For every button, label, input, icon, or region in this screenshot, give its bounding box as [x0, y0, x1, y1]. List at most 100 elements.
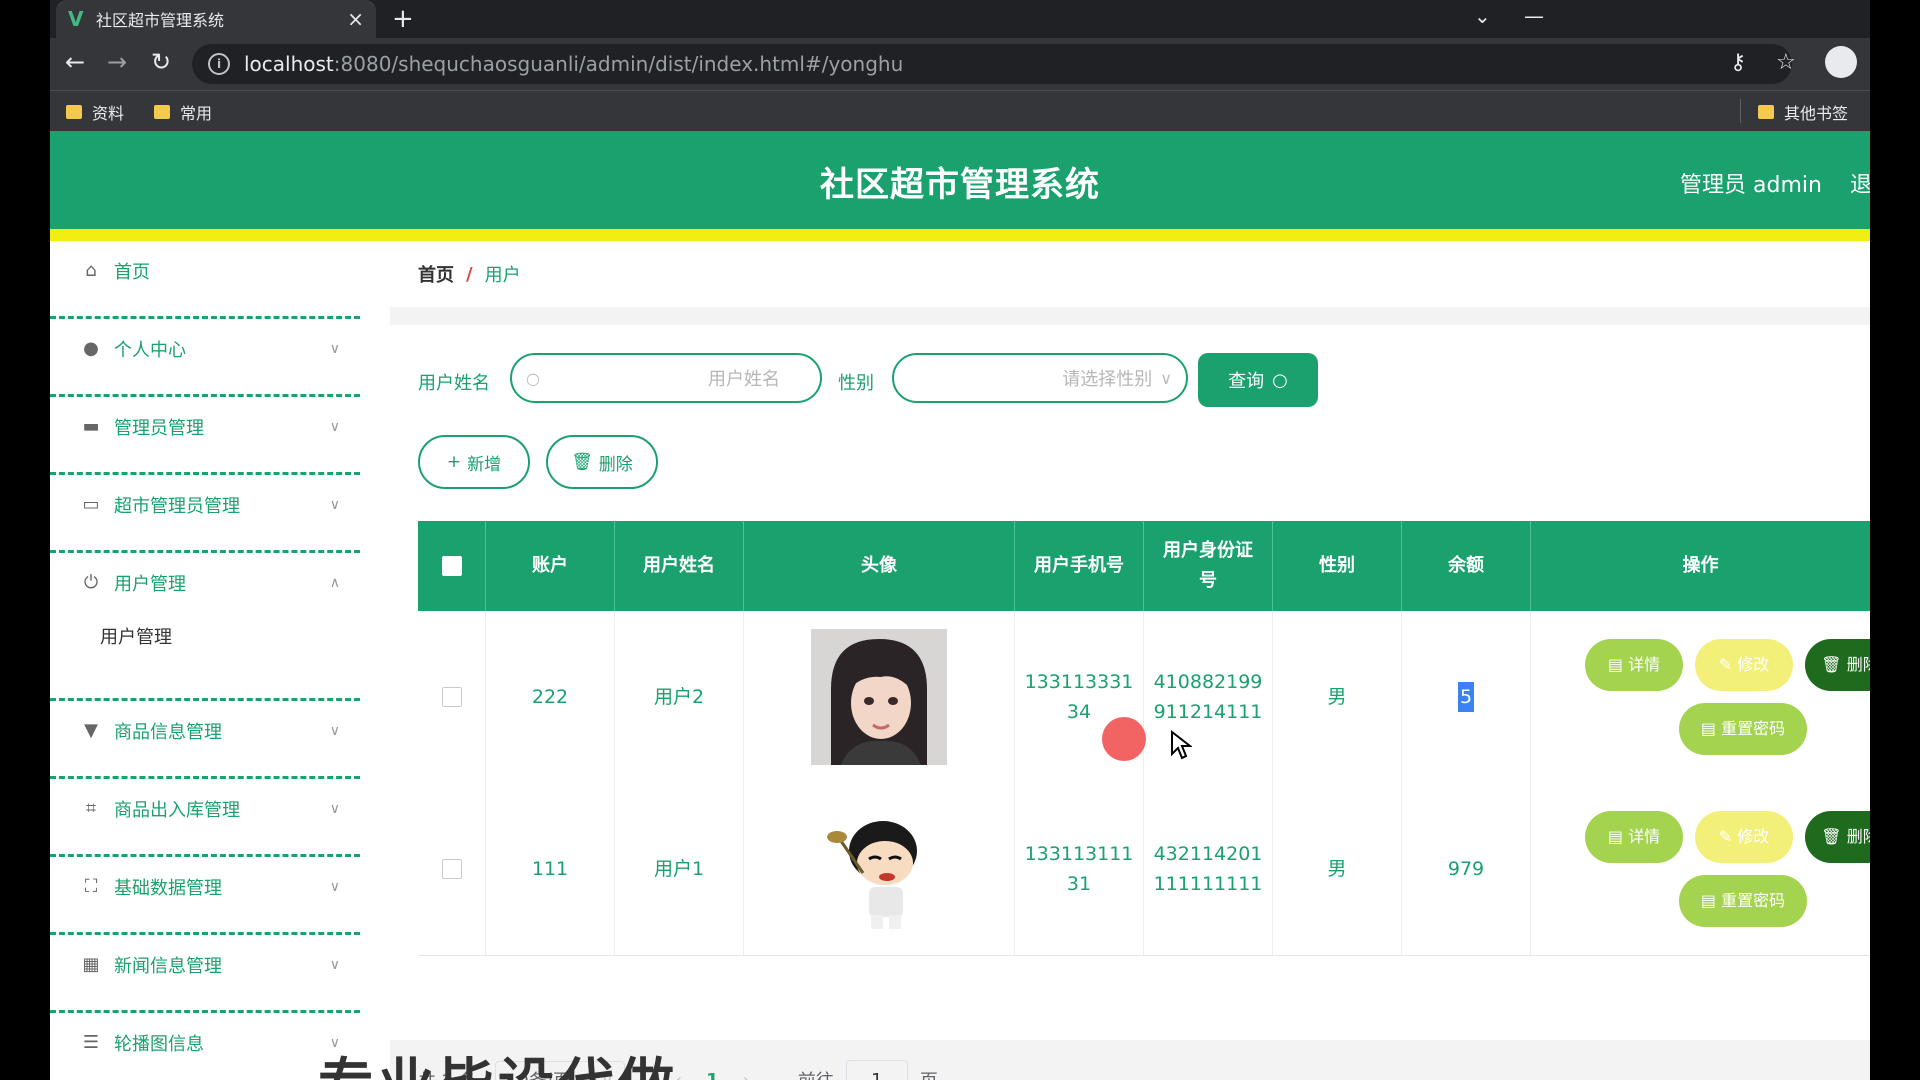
chevron-down-icon: ∨	[329, 497, 340, 513]
sidebar-item-goods[interactable]: ▼ 商品信息管理 ∨	[50, 701, 360, 779]
cell-balance: 5	[1402, 611, 1531, 783]
column-header: 余额	[1402, 521, 1531, 611]
sidebar-item-profile[interactable]: ● 个人中心 ∨	[50, 319, 360, 397]
reload-icon[interactable]: ↻	[146, 48, 176, 76]
close-icon[interactable]: ×	[347, 7, 364, 31]
page-suffix: 页	[920, 1067, 938, 1080]
app-header: 社区超市管理系统 管理员 admin 退出登录	[50, 131, 1870, 241]
sidebar-item-users[interactable]: ⏻ 用户管理 ∧	[50, 553, 360, 701]
edit-button[interactable]: ✎ 修改	[1695, 639, 1793, 691]
bookmark-folder[interactable]: 资料	[66, 100, 124, 124]
query-button[interactable]: 查询 ○	[1198, 353, 1318, 407]
fullscreen-icon: ⛶	[84, 876, 98, 897]
edit-button[interactable]: ✎ 修改	[1695, 811, 1793, 863]
sidebar-item-home[interactable]: ⌂ 首页	[50, 241, 360, 319]
bookmark-separator	[1740, 99, 1741, 123]
table-row: 222 用户2 133113331 34 410882199 911214111…	[418, 611, 1870, 784]
submenu-user-manage[interactable]: 用户管理	[100, 623, 172, 649]
batch-delete-button[interactable]: 🗑 删除	[546, 435, 658, 489]
add-button[interactable]: + 新增	[418, 435, 530, 489]
tab-strip: V 社区超市管理系统 × + ⌄ —	[50, 0, 1870, 38]
cell-id-card: 432114201 111111111	[1144, 783, 1273, 955]
bookmark-folder[interactable]: 常用	[154, 100, 212, 124]
chevron-down-icon: ∨	[329, 801, 340, 817]
avatar-photo-girl[interactable]	[811, 629, 947, 765]
phone-line: 31	[1066, 873, 1092, 895]
bookmarks-bar: 资料 常用 其他书签	[50, 90, 1870, 131]
key-icon[interactable]: ⚷	[1730, 50, 1746, 75]
reset-password-button[interactable]: ▤ 重置密码	[1679, 703, 1807, 755]
edit-label: 修改	[1737, 655, 1770, 674]
back-icon[interactable]: ←	[60, 48, 90, 76]
gender-label: 性别	[838, 373, 874, 394]
bookmark-label: 常用	[180, 104, 213, 123]
select-all-cell	[418, 521, 486, 611]
url-host: localhost	[244, 52, 334, 76]
cell-balance: 979	[1402, 783, 1531, 955]
row-checkbox[interactable]	[441, 687, 462, 707]
avatar-cartoon-boy[interactable]	[811, 801, 947, 937]
row-checkbox[interactable]	[441, 859, 462, 879]
column-header: 用户手机号	[1015, 521, 1144, 611]
cell-phone: 133113111 31	[1015, 783, 1144, 955]
sidebar-item-admin[interactable]: ▬ 管理员管理 ∨	[50, 397, 360, 475]
sidebar-item-label: 轮播图信息	[114, 1034, 204, 1055]
grid-icon: ▦	[82, 954, 100, 975]
name-search-input[interactable]: ○ 用户姓名	[510, 353, 822, 403]
detail-button[interactable]: ▤ 详情	[1585, 639, 1683, 691]
id-line: 432114201	[1153, 843, 1263, 865]
star-icon[interactable]: ☆	[1776, 50, 1796, 75]
chevron-down-icon: ∨	[329, 723, 340, 739]
chevron-up-icon: ∧	[329, 575, 340, 591]
forward-icon[interactable]: →	[102, 48, 132, 76]
logout-button[interactable]: 退出登录	[1850, 167, 1870, 199]
detail-button[interactable]: ▤ 详情	[1585, 811, 1683, 863]
gender-select[interactable]: 请选择性别 ∨	[892, 353, 1188, 403]
trash-icon: 🗑	[1821, 655, 1847, 674]
breadcrumb-home[interactable]: 首页	[418, 261, 454, 287]
goto-value: 1	[871, 1069, 883, 1080]
sidebar-item-basedata[interactable]: ⛶ 基础数据管理 ∨	[50, 857, 360, 935]
trash-icon: 🗑	[571, 452, 593, 472]
chevron-down-icon: ∨	[329, 879, 340, 895]
cell-gender: 男	[1273, 611, 1402, 783]
sidebar-item-news[interactable]: ▦ 新闻信息管理 ∨	[50, 935, 360, 1013]
page-number[interactable]: 1	[706, 1070, 719, 1080]
row-delete-button[interactable]: 🗑 删除	[1805, 811, 1870, 863]
sidebar-item-label: 超市管理员管理	[114, 496, 240, 517]
chevron-down-icon: ∨	[329, 957, 340, 973]
profile-avatar-icon[interactable]	[1825, 46, 1857, 78]
column-header: 用户身份证号	[1144, 521, 1273, 611]
name-placeholder: 用户姓名	[708, 369, 780, 390]
id-line: 410882199	[1153, 671, 1263, 693]
cell-actions: ▤ 详情 ✎ 修改 🗑 删除 ▤ 重置密码	[1531, 783, 1870, 955]
sidebar-item-label: 商品信息管理	[114, 722, 222, 743]
row-delete-button[interactable]: 🗑 删除	[1805, 639, 1870, 691]
row-delete-label: 删除	[1846, 827, 1870, 846]
reset-password-button[interactable]: ▤ 重置密码	[1679, 875, 1807, 927]
chevron-down-icon[interactable]: ⌄	[1474, 4, 1491, 28]
browser-tab[interactable]: V 社区超市管理系统 ×	[56, 0, 376, 38]
select-all-checkbox[interactable]	[441, 556, 462, 576]
new-tab-icon[interactable]: +	[392, 4, 414, 34]
other-bookmarks[interactable]: 其他书签	[1758, 100, 1848, 124]
info-icon[interactable]: i	[208, 53, 230, 75]
column-header: 用户姓名	[615, 521, 744, 611]
sidebar-item-stock[interactable]: ⌗ 商品出入库管理 ∨	[50, 779, 360, 857]
address-bar[interactable]: i localhost :8080/shequchaosguanli/admin…	[192, 44, 1792, 84]
cell-avatar	[744, 783, 1015, 955]
cell-id-card: 410882199 911214111	[1144, 611, 1273, 783]
add-label: 新增	[467, 454, 502, 475]
cell-avatar	[744, 611, 1015, 783]
sidebar-item-market-admin[interactable]: ▭ 超市管理员管理 ∨	[50, 475, 360, 553]
column-header: 性别	[1273, 521, 1402, 611]
bookmark-label: 其他书签	[1784, 104, 1849, 123]
goto-page-input[interactable]: 1	[845, 1060, 908, 1080]
cell-account: 111	[486, 783, 615, 955]
sidebar-item-label: 首页	[114, 262, 150, 283]
table-row: 111 用户1 133113111 31 432114201 111111111…	[418, 783, 1870, 956]
sidebar-item-carousel[interactable]: ☰ 轮播图信息 ∨	[50, 1013, 360, 1080]
minimize-icon[interactable]: —	[1524, 4, 1544, 28]
document-icon: ▤	[1700, 891, 1722, 910]
next-page-icon[interactable]: ›	[743, 1070, 750, 1080]
